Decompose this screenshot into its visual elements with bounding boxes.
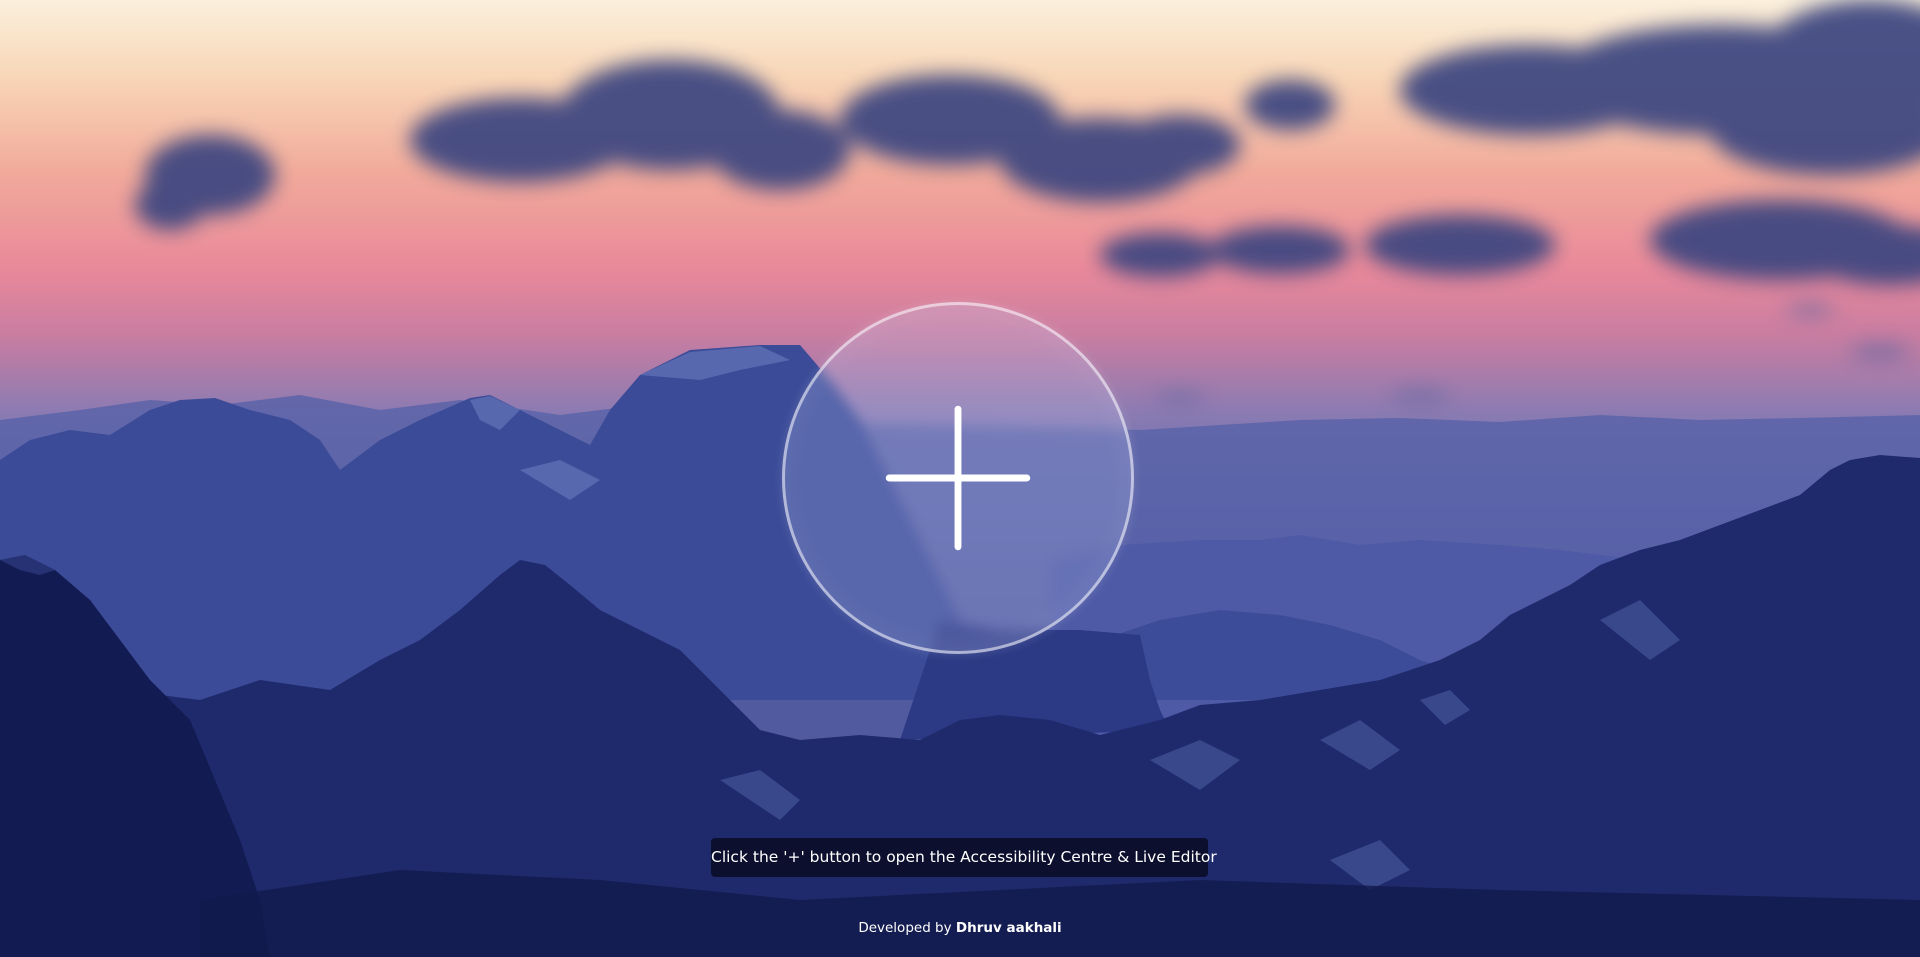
developer-credit: Developed by Dhruv aakhali xyxy=(0,920,1920,936)
hint-tooltip: Click the '+' button to open the Accessi… xyxy=(711,838,1217,877)
clouds xyxy=(135,0,1920,285)
landing-page: Click the '+' button to open the Accessi… xyxy=(0,0,1920,957)
plus-icon xyxy=(885,405,1031,551)
credit-prefix: Developed by xyxy=(858,920,956,936)
hint-text: Click the '+' button to open the Accessi… xyxy=(711,848,1217,866)
open-accessibility-centre-button[interactable] xyxy=(782,302,1134,654)
credit-author[interactable]: Dhruv aakhali xyxy=(956,920,1062,936)
